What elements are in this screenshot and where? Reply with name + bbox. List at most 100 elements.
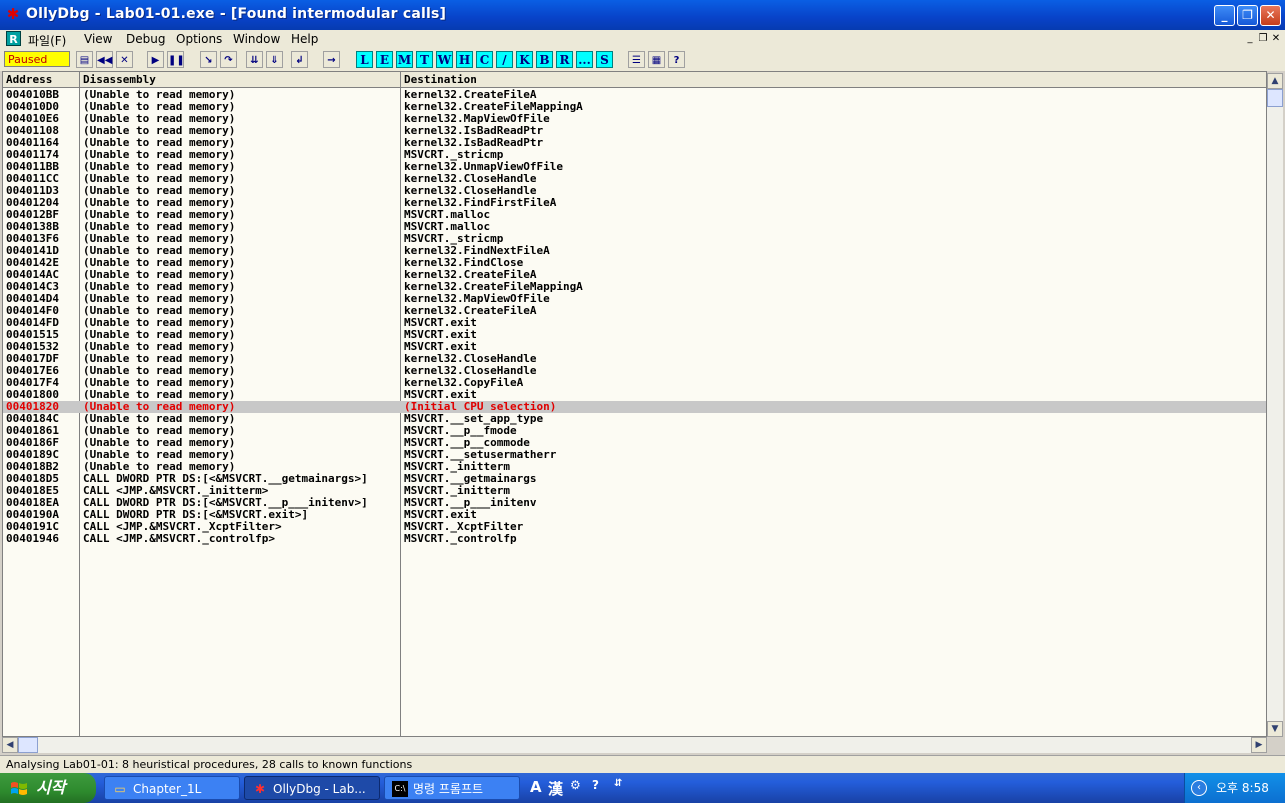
start-button[interactable]: 시작 [0,773,96,803]
run-trace-button[interactable]: ... [576,51,593,68]
table-row[interactable]: 004010BB (Unable to read memory) kernel32.… [3,89,1266,101]
horizontal-scrollbar[interactable]: ◀ ▶ [2,737,1267,753]
step-over-icon[interactable]: ↷ [220,51,237,68]
cpu-button[interactable]: C [476,51,493,68]
table-row[interactable]: 004018B2 (Unable to read memory) MSVCRT._i… [3,461,1266,473]
table-row[interactable]: 004014C3 (Unable to read memory) kernel32.… [3,281,1266,293]
execute-till-return-icon[interactable]: ↲ [291,51,308,68]
ime-mode[interactable]: A [530,778,542,796]
table-row[interactable]: 00401108 (Unable to read memory) kernel32.… [3,125,1266,137]
table-row[interactable]: 00401515 (Unable to read memory) MSVCRT.ex… [3,329,1266,341]
table-row[interactable]: 004012BF (Unable to read memory) MSVCRT.ma… [3,209,1266,221]
table-row[interactable]: 004018E5 CALL <JMP.&MSVCRT._initterm> MSVC… [3,485,1266,497]
goto-icon[interactable]: → [323,51,340,68]
scroll-left-icon[interactable]: ◀ [2,737,18,753]
table-row[interactable]: 004010D0 (Unable to read memory) kernel32.… [3,101,1266,113]
log-window-button[interactable]: L [356,51,373,68]
table-row[interactable]: 00401532 (Unable to read memory) MSVCRT.ex… [3,341,1266,353]
table-row[interactable]: 00401800 (Unable to read memory) MSVCRT.ex… [3,389,1266,401]
memory-map-button[interactable]: M [396,51,413,68]
menu-options[interactable]: Options [176,32,222,46]
table-row[interactable]: 004014FD (Unable to read memory) MSVCRT.ex… [3,317,1266,329]
restart-icon[interactable]: ◀◀ [96,51,113,68]
mdi-minimize-icon[interactable]: _ [1243,32,1257,45]
minimize-button[interactable]: _ [1214,5,1235,26]
title-bar[interactable]: ✱ OllyDbg - Lab01-01.exe - [Found interm… [0,0,1285,30]
restore-button[interactable]: ❐ [1237,5,1258,26]
ime-settings-icon[interactable]: ⚙ [570,778,581,792]
column-header-disassembly[interactable]: Disassembly [80,72,401,88]
task-cmd[interactable]: C:\ 명령 프롬프트 [384,776,520,800]
ime-hanja[interactable]: 漢 [548,778,563,799]
horizontal-scroll-thumb[interactable] [18,737,38,753]
source-button[interactable]: S [596,51,613,68]
patches-button[interactable]: / [496,51,513,68]
ime-arrows-icon[interactable]: ⇵ [614,778,622,789]
table-row[interactable]: 004011D3 (Unable to read memory) kernel32.… [3,185,1266,197]
tray-expand-icon[interactable]: ‹ [1191,780,1207,796]
task-chapter[interactable]: ▭ Chapter_1L [104,776,240,800]
menu-help[interactable]: Help [291,32,318,46]
table-row[interactable]: 00401174 (Unable to read memory) MSVCRT._s… [3,149,1266,161]
table-row[interactable]: 004017F4 (Unable to read memory) kernel32.… [3,377,1266,389]
table-row[interactable]: 0040141D (Unable to read memory) kernel32.… [3,245,1266,257]
column-header-destination[interactable]: Destination [401,72,1266,88]
table-row[interactable]: 0040142E (Unable to read memory) kernel32.… [3,257,1266,269]
call-stack-button[interactable]: K [516,51,533,68]
table-row[interactable]: 0040186F (Unable to read memory) MSVCRT.__… [3,437,1266,449]
table-row[interactable]: 004013F6 (Unable to read memory) MSVCRT._s… [3,233,1266,245]
table-row[interactable]: 004011BB (Unable to read memory) kernel32.… [3,161,1266,173]
breakpoints-button[interactable]: B [536,51,553,68]
open-icon[interactable]: ▤ [76,51,93,68]
menu-window[interactable]: Window [233,32,280,46]
mdi-restore-icon[interactable]: ❐ [1256,32,1270,45]
modules-button[interactable]: E [376,51,393,68]
table-row[interactable]: 004017DF (Unable to read memory) kernel32.… [3,353,1266,365]
windows-button[interactable]: W [436,51,453,68]
table-row[interactable]: 00401204 (Unable to read memory) kernel32.… [3,197,1266,209]
task-ollydbg[interactable]: ✱ OllyDbg - Lab... [244,776,380,800]
scroll-up-icon[interactable]: ▲ [1267,73,1283,89]
table-row[interactable]: 004018EA CALL DWORD PTR DS:[<&MSVCRT.__p_… [3,497,1266,509]
table-row[interactable]: 004010E6 (Unable to read memory) kernel32.… [3,113,1266,125]
run-icon[interactable]: ▶ [147,51,164,68]
table-row[interactable]: 0040184C (Unable to read memory) MSVCRT.__… [3,413,1266,425]
close-icon[interactable]: ✕ [116,51,133,68]
column-header-address[interactable]: Address [3,72,80,88]
scroll-right-icon[interactable]: ▶ [1251,737,1267,753]
menu-view[interactable]: View [84,32,112,46]
table-row[interactable]: 004014AC (Unable to read memory) kernel32.… [3,269,1266,281]
table-row[interactable]: 004017E6 (Unable to read memory) kernel32.… [3,365,1266,377]
table-row[interactable]: 0040191C CALL <JMP.&MSVCRT._XcptFilter> MS… [3,521,1266,533]
table-row[interactable]: 00401861 (Unable to read memory) MSVCRT.__… [3,425,1266,437]
trace-into-icon[interactable]: ⇊ [246,51,263,68]
close-button[interactable]: ✕ [1260,5,1281,26]
step-into-icon[interactable]: ↘ [200,51,217,68]
vertical-scrollbar[interactable]: ▲ ▼ [1267,73,1283,737]
trace-over-icon[interactable]: ⇓ [266,51,283,68]
mdi-close-icon[interactable]: ✕ [1269,32,1283,45]
table-row[interactable]: 0040190A CALL DWORD PTR DS:[<&MSVCRT.exit… [3,509,1266,521]
menu-debug[interactable]: Debug [126,32,165,46]
ime-help-icon[interactable]: ? [592,778,599,792]
table-row[interactable]: 00401820 (Unable to read memory) (Initial … [3,401,1266,413]
scroll-down-icon[interactable]: ▼ [1267,721,1283,737]
help-icon[interactable]: ? [668,51,685,68]
table-row[interactable]: 0040138B (Unable to read memory) MSVCRT.ma… [3,221,1266,233]
handles-button[interactable]: H [456,51,473,68]
table-row[interactable]: 00401946 CALL <JMP.&MSVCRT._controlfp> MSV… [3,533,1266,545]
references-button[interactable]: R [556,51,573,68]
r-icon[interactable]: R [6,31,21,46]
table-row[interactable]: 004014D4 (Unable to read memory) kernel32.… [3,293,1266,305]
appearance-icon[interactable]: ▦ [648,51,665,68]
table-row[interactable]: 004014F0 (Unable to read memory) kernel32.… [3,305,1266,317]
pause-icon[interactable]: ❚❚ [167,51,185,68]
menu-file[interactable]: 파일(F) [28,32,66,49]
table-row[interactable]: 0040189C (Unable to read memory) MSVCRT.__… [3,449,1266,461]
threads-button[interactable]: T [416,51,433,68]
scroll-thumb[interactable] [1267,89,1283,107]
list-view-icon[interactable]: ☰ [628,51,645,68]
table-row[interactable]: 00401164 (Unable to read memory) kernel32.… [3,137,1266,149]
table-row[interactable]: 004011CC (Unable to read memory) kernel32.… [3,173,1266,185]
table-row[interactable]: 004018D5 CALL DWORD PTR DS:[<&MSVCRT.__ge… [3,473,1266,485]
